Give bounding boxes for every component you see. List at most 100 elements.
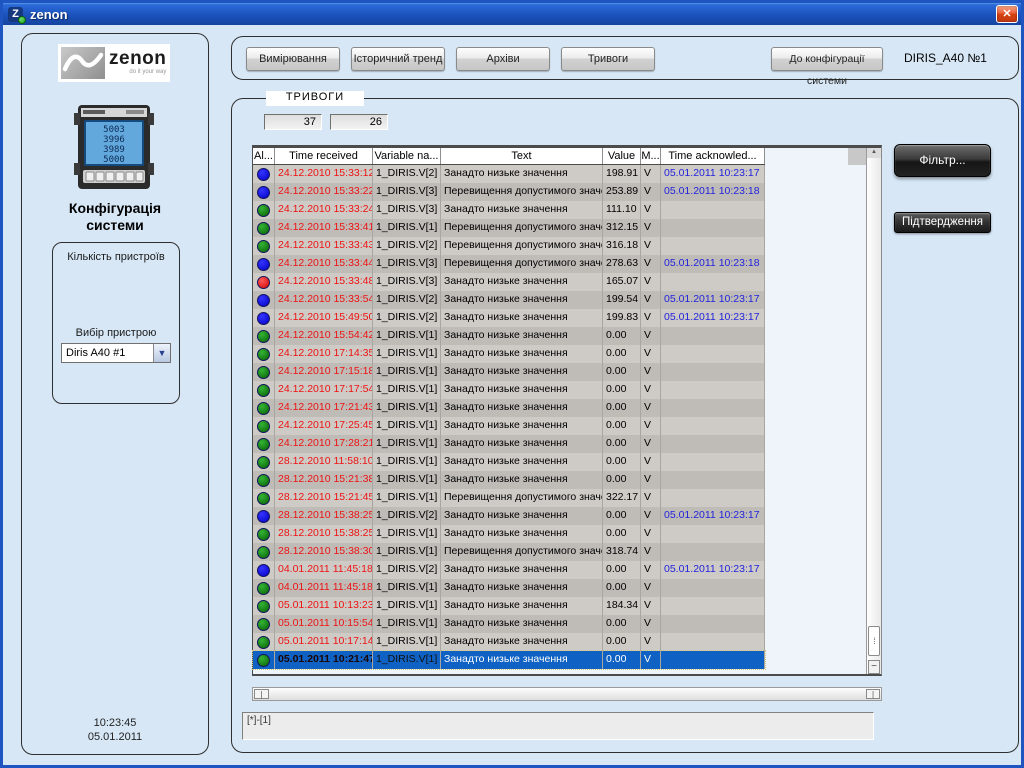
cell-value: 318.74 (603, 543, 641, 561)
cell-time-received: 28.12.2010 15:38:30 (275, 543, 373, 561)
device-select-value: Diris A40 #1 (62, 347, 153, 359)
cell-value: 0.00 (603, 633, 641, 651)
alarm-table-header: Al... Time received Variable na... Text … (253, 148, 765, 165)
alarm-row[interactable]: 05.01.2011 10:15:54 1_DIRIS.V[1] Занадто… (253, 615, 765, 633)
horizontal-scroll-right-button[interactable]: | (866, 689, 880, 699)
alarm-row[interactable]: 28.12.2010 15:38:25 1_DIRIS.V[2] Занадто… (253, 507, 765, 525)
alarm-row[interactable]: 28.12.2010 15:21:45 1_DIRIS.V[1] Перевищ… (253, 489, 765, 507)
cell-value: 0.00 (603, 507, 641, 525)
cell-variable-name: 1_DIRIS.V[1] (373, 633, 441, 651)
alarm-row[interactable]: 24.12.2010 15:33:48 1_DIRIS.V[3] Занадто… (253, 273, 765, 291)
alarm-row[interactable]: 28.12.2010 15:21:38 1_DIRIS.V[1] Занадто… (253, 471, 765, 489)
cell-time-received: 24.12.2010 15:33:54 (275, 291, 373, 309)
alarm-status-icon (257, 474, 270, 487)
col-header-ack[interactable]: Time acknowled... (661, 148, 765, 164)
cell-time-acknowledged (661, 471, 765, 489)
cell-time-received: 28.12.2010 15:38:25 (275, 507, 373, 525)
alarm-row[interactable]: 24.12.2010 15:49:50 1_DIRIS.V[2] Занадто… (253, 309, 765, 327)
alarm-row[interactable]: 05.01.2011 10:13:23 1_DIRIS.V[1] Занадто… (253, 597, 765, 615)
cell-value: 0.00 (603, 435, 641, 453)
cell-unit: V (641, 363, 661, 381)
alarm-row[interactable]: 24.12.2010 15:33:44 1_DIRIS.V[3] Перевищ… (253, 255, 765, 273)
nav-button[interactable]: Тривоги (561, 47, 655, 71)
alarm-status-cell (253, 309, 275, 327)
alarm-row[interactable]: 24.12.2010 15:33:54 1_DIRIS.V[2] Занадто… (253, 291, 765, 309)
alarm-table: Al... Time received Variable na... Text … (252, 145, 882, 676)
alarm-row[interactable]: 05.01.2011 10:21:47 1_DIRIS.V[1] Занадто… (253, 651, 765, 669)
cell-alarm-text: Занадто низьке значення (441, 525, 603, 543)
alarm-status-icon (257, 510, 270, 523)
config-button[interactable]: До конфігурації системи (771, 47, 883, 71)
scroll-up-icon[interactable]: ▲ (867, 148, 881, 158)
device-select[interactable]: Diris A40 #1 ▼ (61, 343, 171, 363)
nav-button[interactable]: Історичний тренд (351, 47, 445, 71)
alarm-row[interactable]: 04.01.2011 11:45:18 1_DIRIS.V[1] Занадто… (253, 579, 765, 597)
acknowledge-button[interactable]: Підтвердження (894, 212, 991, 233)
scroll-minus-button[interactable]: − (868, 660, 880, 674)
alarm-status-cell (253, 363, 275, 381)
cell-alarm-text: Занадто низьке значення (441, 399, 603, 417)
alarm-row[interactable]: 24.12.2010 17:14:35 1_DIRIS.V[1] Занадто… (253, 345, 765, 363)
cell-unit: V (641, 561, 661, 579)
vertical-scroll-thumb[interactable]: ⁞ (868, 626, 880, 656)
col-header-value[interactable]: Value (603, 148, 641, 164)
nav-button[interactable]: Вимірювання (246, 47, 340, 71)
cell-value: 0.00 (603, 453, 641, 471)
chevron-down-icon[interactable]: ▼ (153, 344, 170, 362)
alarm-row[interactable]: 24.12.2010 17:17:54 1_DIRIS.V[1] Занадто… (253, 381, 765, 399)
cell-time-received: 05.01.2011 10:13:23 (275, 597, 373, 615)
cell-value: 198.91 (603, 165, 641, 183)
alarm-row[interactable]: 24.12.2010 15:33:24 1_DIRIS.V[3] Занадто… (253, 201, 765, 219)
alarm-row[interactable]: 24.12.2010 15:33:12 1_DIRIS.V[2] Занадто… (253, 165, 765, 183)
cell-time-acknowledged: 05.01.2011 10:23:17 (661, 165, 765, 183)
alarm-row[interactable]: 24.12.2010 17:21:43 1_DIRIS.V[1] Занадто… (253, 399, 765, 417)
horizontal-scroll-thumb[interactable]: | (254, 689, 269, 699)
alarm-row[interactable]: 24.12.2010 15:33:22 1_DIRIS.V[3] Перевищ… (253, 183, 765, 201)
cell-time-acknowledged: 05.01.2011 10:23:17 (661, 309, 765, 327)
cell-value: 0.00 (603, 345, 641, 363)
cell-unit: V (641, 201, 661, 219)
alarm-row[interactable]: 24.12.2010 17:15:18 1_DIRIS.V[1] Занадто… (253, 363, 765, 381)
vertical-scrollbar[interactable]: ▲ ⁞ − (866, 148, 881, 674)
logo-name: zenon (109, 49, 166, 69)
cell-unit: V (641, 309, 661, 327)
cell-time-received: 24.12.2010 15:33:43 (275, 237, 373, 255)
col-header-time[interactable]: Time received (275, 148, 373, 164)
cell-alarm-text: Занадто низьке значення (441, 507, 603, 525)
cell-time-acknowledged (661, 489, 765, 507)
alarm-status-icon (257, 204, 270, 217)
cell-time-received: 24.12.2010 17:15:18 (275, 363, 373, 381)
cell-variable-name: 1_DIRIS.V[2] (373, 309, 441, 327)
col-header-text[interactable]: Text (441, 148, 603, 164)
alarm-row[interactable]: 24.12.2010 15:54:42 1_DIRIS.V[1] Занадто… (253, 327, 765, 345)
alarm-row[interactable]: 28.12.2010 15:38:25 1_DIRIS.V[1] Занадто… (253, 525, 765, 543)
cell-time-received: 28.12.2010 11:58:10 (275, 453, 373, 471)
filter-button[interactable]: Фільтр... (894, 144, 991, 177)
horizontal-scrollbar[interactable]: | | (252, 687, 882, 701)
cell-alarm-text: Занадто низьке значення (441, 363, 603, 381)
alarm-row[interactable]: 24.12.2010 17:25:45 1_DIRIS.V[1] Занадто… (253, 417, 765, 435)
alarm-status-cell (253, 219, 275, 237)
alarm-row[interactable]: 04.01.2011 11:45:18 1_DIRIS.V[2] Занадто… (253, 561, 765, 579)
nav-button[interactable]: Архіви (456, 47, 550, 71)
alarm-row[interactable]: 28.12.2010 15:38:30 1_DIRIS.V[1] Перевищ… (253, 543, 765, 561)
alarm-row[interactable]: 05.01.2011 10:17:14 1_DIRIS.V[1] Занадто… (253, 633, 765, 651)
alarm-row[interactable]: 24.12.2010 17:28:21 1_DIRIS.V[1] Занадто… (253, 435, 765, 453)
alarm-status-icon (257, 186, 270, 199)
filter-expression-field[interactable]: [*]-[1] (242, 712, 874, 740)
cell-variable-name: 1_DIRIS.V[1] (373, 399, 441, 417)
device-select-label: Вибір пристрою (53, 327, 179, 339)
col-header-variable[interactable]: Variable na... (373, 148, 441, 164)
col-header-unit[interactable]: M... (641, 148, 661, 164)
cell-time-acknowledged (661, 435, 765, 453)
cell-value: 0.00 (603, 471, 641, 489)
cell-alarm-text: Занадто низьке значення (441, 417, 603, 435)
zenon-logo: zenon do it your way (58, 44, 170, 82)
cell-time-acknowledged (661, 399, 765, 417)
col-header-alarm[interactable]: Al... (253, 148, 275, 164)
alarm-row[interactable]: 28.12.2010 11:58:10 1_DIRIS.V[1] Занадто… (253, 453, 765, 471)
alarm-row[interactable]: 24.12.2010 15:33:43 1_DIRIS.V[2] Перевищ… (253, 237, 765, 255)
alarm-row[interactable]: 24.12.2010 15:33:41 1_DIRIS.V[1] Перевищ… (253, 219, 765, 237)
cell-time-acknowledged: 05.01.2011 10:23:17 (661, 291, 765, 309)
close-icon[interactable]: ✕ (996, 5, 1018, 23)
